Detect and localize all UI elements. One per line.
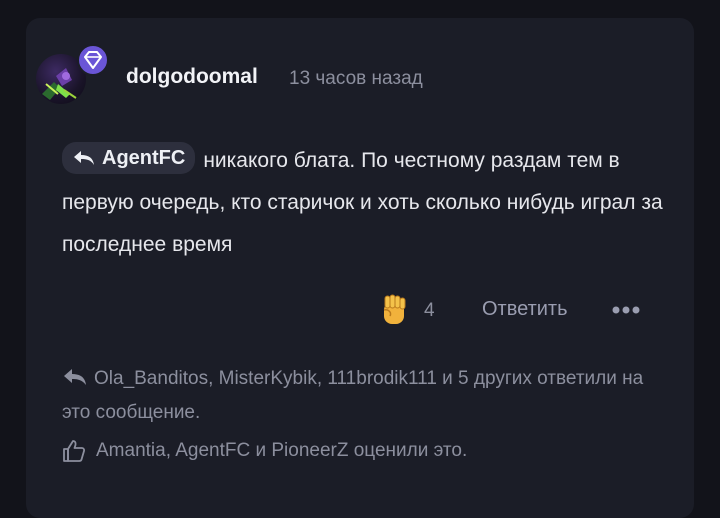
fist-emoji-icon[interactable] [376, 292, 412, 328]
reply-to-username: AgentFC [102, 147, 186, 170]
reply-arrow-icon [74, 151, 94, 166]
replies-summary[interactable]: Ola_Banditos, MisterKybik, 111brodik111 … [62, 362, 662, 430]
comment-actions: 4 Ответить [370, 290, 670, 330]
thumbs-up-icon [63, 440, 86, 462]
reply-arrow-icon [64, 368, 86, 385]
reply-to-chip[interactable]: AgentFC [62, 142, 196, 175]
diamond-badge-icon [77, 44, 109, 76]
post-timestamp[interactable]: 13 часов назад [289, 68, 423, 90]
comment-header: dolgodoomal 13 часов назад [36, 42, 496, 104]
more-dots-icon[interactable] [610, 302, 644, 318]
reaction-count: 4 [424, 300, 435, 321]
replies-summary-text: Ola_Banditos, MisterKybik, 111brodik111 … [62, 368, 644, 423]
likes-summary[interactable]: Amantia, AgentFC и PioneerZ оценили это. [62, 436, 662, 466]
avatar-wrap[interactable] [36, 42, 109, 104]
comment-body: AgentFC никакого блата. По честному разд… [62, 140, 672, 266]
reply-button[interactable]: Ответить [482, 298, 568, 321]
author-username[interactable]: dolgodoomal [126, 65, 258, 89]
likes-summary-text: Amantia, AgentFC и PioneerZ оценили это. [96, 440, 468, 461]
